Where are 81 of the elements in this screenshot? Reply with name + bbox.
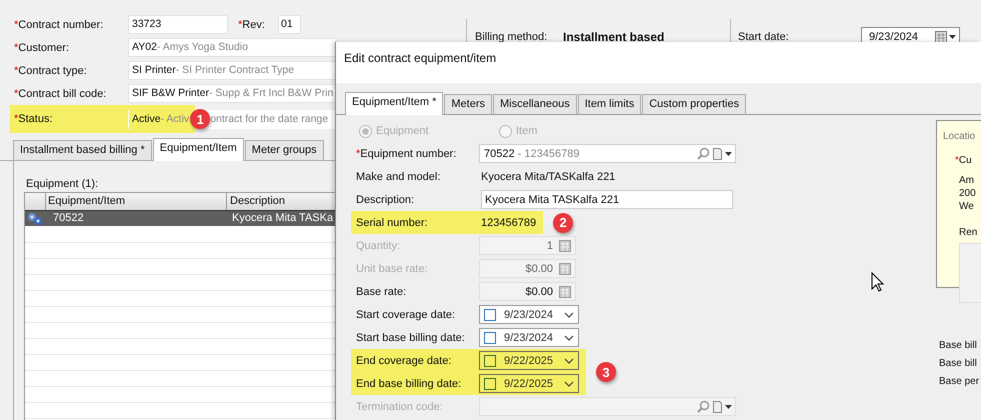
- field-label: Quantity:: [356, 240, 402, 252]
- field-label: *Equipment number:: [356, 148, 458, 160]
- document-icon: [713, 400, 722, 412]
- calculator-icon: [559, 286, 571, 298]
- lookup-field[interactable]: [479, 397, 736, 416]
- field-label: Unit base rate:: [356, 262, 429, 274]
- field-label: *Cu: [955, 155, 972, 166]
- address-text: Am 200 We: [959, 174, 977, 213]
- gears-icon: [27, 212, 43, 226]
- input-field[interactable]: 33723: [128, 15, 228, 34]
- field-label: *Contract bill code:: [14, 88, 108, 100]
- input-field[interactable]: 01: [278, 15, 301, 34]
- caret-icon: [725, 404, 732, 408]
- field-label: *Status:: [14, 113, 54, 125]
- date-field[interactable]: 9/23/2024: [479, 305, 579, 324]
- field-label: Termination code:: [356, 400, 444, 412]
- date-field[interactable]: 9/22/2025: [479, 374, 579, 393]
- input-field[interactable]: SI Printer- SI Printer Contract Type: [128, 61, 335, 80]
- table-cell-text: Kyocera Mita TASKa: [231, 211, 334, 226]
- field-label: Base per: [939, 375, 980, 389]
- field-label: Base bill: [939, 339, 978, 353]
- document-icon: [713, 148, 722, 160]
- field-value: 123456789: [480, 216, 536, 228]
- step-badge: 2: [553, 212, 574, 232]
- dialog-title: Edit contract equipment/item: [344, 51, 496, 65]
- field-label: *Customer:: [14, 42, 70, 54]
- field-label: Base bill: [939, 357, 978, 371]
- tab[interactable]: Equipment/Item: [152, 138, 244, 161]
- number-field[interactable]: $0.00: [479, 282, 576, 301]
- panel-title: Locatio: [943, 131, 976, 142]
- field-label: *Contract number:: [14, 18, 104, 30]
- chevron-down-icon: [564, 380, 574, 386]
- checkbox[interactable]: [484, 308, 496, 320]
- input-field[interactable]: AY02- Amys Yoga Studio: [128, 38, 335, 57]
- tab[interactable]: Meter groups: [244, 140, 324, 160]
- input-field[interactable]: Kyocera Mita TASKalfa 221: [481, 190, 733, 209]
- tab[interactable]: Equipment/Item *: [345, 92, 444, 115]
- date-field[interactable]: 9/22/2025: [479, 351, 579, 370]
- caret-icon: [725, 152, 732, 156]
- field-label: Billing method:: [475, 31, 548, 43]
- tab[interactable]: Installment based billing *: [13, 140, 152, 160]
- calculator-icon: [559, 240, 571, 252]
- caret-icon: [949, 35, 956, 39]
- tab[interactable]: Meters: [444, 94, 492, 114]
- field-label: *Rev:: [238, 18, 266, 30]
- field-label: Ren: [959, 227, 978, 238]
- calendar-icon: [935, 31, 947, 43]
- field-label: Serial number:: [356, 216, 429, 228]
- field-label: Description:: [356, 194, 416, 206]
- field-label: *Contract type:: [14, 64, 88, 76]
- input-field[interactable]: SIF B&W Printer- Supp & Frt Incl B&W Prin: [128, 84, 335, 103]
- chevron-down-icon: [564, 358, 574, 364]
- field-label: Start base billing date:: [356, 332, 466, 344]
- chevron-down-icon: [564, 334, 574, 340]
- field-label: Make and model:: [356, 170, 442, 182]
- tab[interactable]: Item limits: [578, 94, 642, 114]
- step-badge: 1: [190, 109, 210, 129]
- column-header[interactable]: Equipment/Item: [46, 193, 227, 210]
- date-field[interactable]: 9/23/2024: [479, 328, 579, 347]
- field-value: Installment based: [563, 30, 664, 44]
- field-label: Start coverage date:: [356, 308, 456, 320]
- checkbox[interactable]: [484, 378, 496, 390]
- lookup-field[interactable]: 70522 - 123456789: [479, 144, 736, 163]
- tab[interactable]: Custom properties: [642, 94, 746, 114]
- tab[interactable]: Miscellaneous: [493, 94, 577, 114]
- table-cell-text: 70522: [52, 211, 85, 226]
- table-row[interactable]: 70522 Kyocera Mita TASKa: [25, 211, 335, 226]
- checkbox[interactable]: [484, 332, 496, 344]
- calculator-icon: [559, 262, 571, 274]
- field-label: End base billing date:: [356, 378, 462, 390]
- field-value: Kyocera Mita/TASKalfa 221: [480, 170, 616, 182]
- section-label: Equipment (1):: [26, 178, 100, 192]
- search-icon: [697, 147, 710, 160]
- mouse-cursor-icon: [871, 272, 884, 292]
- checkbox[interactable]: [484, 354, 496, 366]
- field-label: Start date:: [738, 31, 790, 43]
- chevron-down-icon: [564, 312, 574, 318]
- field-label: End coverage date:: [356, 354, 452, 366]
- search-icon: [697, 400, 710, 413]
- step-badge: 3: [596, 362, 616, 382]
- field-label: Base rate:: [356, 286, 408, 298]
